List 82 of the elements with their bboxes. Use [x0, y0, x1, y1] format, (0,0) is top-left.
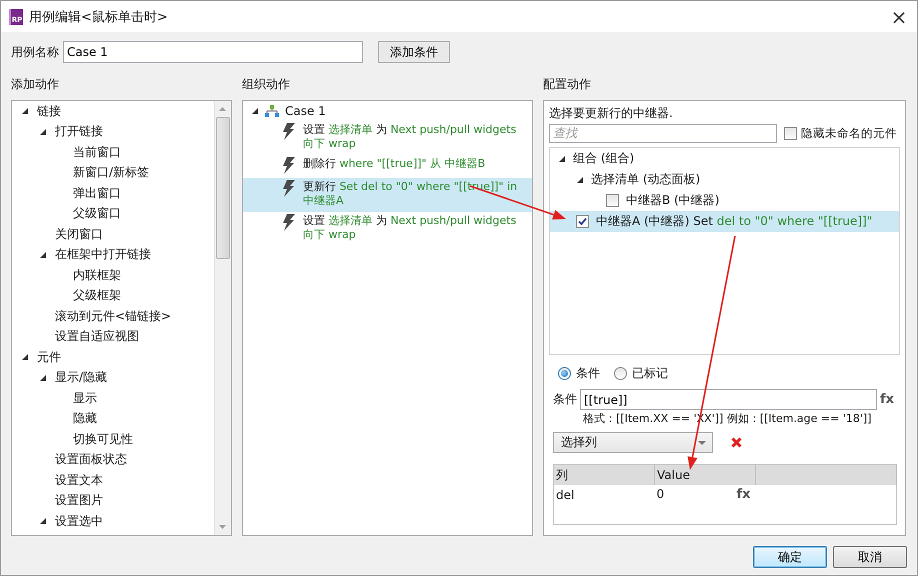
selected-row[interactable]: 中继器A (中继器) Set del to "0" where "[[true]]" [550, 211, 899, 232]
function-button[interactable]: fx [736, 487, 750, 502]
checkbox[interactable] [784, 126, 797, 140]
lightning-icon [283, 157, 295, 174]
column-header: 列 [554, 464, 654, 485]
delete-icon[interactable] [731, 437, 742, 448]
action-item[interactable]: 滚动到元件<锚链接> [55, 308, 172, 325]
column-dropdown[interactable]: 选择列 [553, 432, 713, 453]
action-item[interactable]: 设置自适应视图 [55, 328, 139, 346]
table-cell: del [554, 485, 654, 504]
action-item[interactable]: 内联框架 [73, 266, 121, 284]
radio-label[interactable]: 已标记 [632, 364, 668, 382]
scrollbar[interactable] [214, 101, 231, 535]
action-item[interactable]: 切换可见性 [73, 430, 133, 448]
search-field[interactable]: 查找 [549, 124, 777, 142]
function-button[interactable]: fx [880, 392, 894, 407]
action-item[interactable]: 打开链接 [55, 123, 103, 140]
field-label: 条件 [553, 391, 577, 408]
case-label[interactable]: Case 1 [285, 104, 326, 118]
action-description: 更新行 Set del to "0" where "[[true]]" in 中继器A [302, 180, 518, 208]
action-item[interactable]: 设置面板状态 [55, 451, 127, 468]
case-name-field[interactable]: Case 1 [63, 41, 363, 63]
expanded-triangle-icon[interactable] [21, 353, 29, 362]
section-heading: 组织动作 [242, 76, 290, 92]
action-item[interactable]: 新窗口/新标签 [73, 164, 150, 182]
caret-icon [698, 440, 706, 444]
checkbox[interactable] [606, 194, 619, 207]
action-item[interactable]: 父级框架 [73, 287, 121, 304]
action-item[interactable]: 设置选中 [55, 512, 103, 530]
action-item[interactable]: 隐藏 [73, 410, 97, 428]
ok-button[interactable]: 确定 [753, 546, 827, 568]
action-item[interactable]: 在框架中打开链接 [55, 246, 151, 264]
lightning-icon [283, 123, 295, 140]
section-heading: 配置动作 [543, 76, 591, 92]
action-item[interactable]: 父级窗口 [73, 205, 121, 222]
action-item[interactable]: 设置文本 [55, 472, 103, 489]
tree-item[interactable]: 中继器B (中继器) [626, 192, 720, 209]
table-cell[interactable]: 0 [656, 487, 664, 502]
action-item[interactable]: 当前窗口 [73, 144, 121, 161]
expanded-triangle-icon[interactable] [39, 517, 47, 526]
action-item[interactable]: 元件 [37, 348, 61, 366]
close-button[interactable]: × [889, 6, 909, 26]
action-description: 设置 选择清单 为 Next push/pull widgets 向下 wrap [302, 214, 518, 242]
field-label: 用例名称 [11, 44, 59, 60]
radio-button[interactable] [558, 366, 571, 380]
action-row[interactable]: 删除行 where "[[true]]" 从 中继器B [243, 155, 532, 178]
expanded-triangle-icon[interactable] [576, 176, 584, 184]
action-row[interactable]: 设置 选择清单 为 Next push/pull widgets 向下 wrap [243, 121, 532, 155]
expanded-triangle-icon[interactable] [558, 154, 566, 162]
radio-button[interactable] [614, 366, 627, 380]
section-heading: 添加动作 [11, 76, 59, 92]
radio-label[interactable]: 条件 [576, 364, 600, 382]
checkbox[interactable] [576, 215, 589, 228]
action-description: 设置 选择清单 为 Next push/pull widgets 向下 wrap [302, 123, 518, 151]
expanded-triangle-icon[interactable] [251, 107, 259, 115]
action-item[interactable]: 关闭窗口 [55, 226, 103, 243]
action-item[interactable]: 设置图片 [55, 492, 103, 510]
action-item[interactable]: 显示/隐藏 [55, 369, 108, 386]
expanded-triangle-icon[interactable] [39, 128, 47, 136]
expanded-triangle-icon[interactable] [39, 374, 47, 382]
tree-item[interactable]: 中继器A (中继器) Set del to "0" where "[[true]]" [596, 213, 872, 230]
action-description: 删除行 where "[[true]]" 从 中继器B [302, 157, 486, 171]
scrollbar-thumb[interactable] [216, 117, 230, 259]
add-condition-button[interactable]: 添加条件 [378, 41, 450, 63]
lightning-icon [283, 214, 295, 231]
action-item[interactable]: 链接 [37, 102, 61, 120]
action-row[interactable]: 更新行 Set del to "0" where "[[true]]" in 中继器A [243, 178, 532, 212]
expanded-triangle-icon[interactable] [21, 107, 29, 116]
action-item[interactable]: 弹出窗口 [73, 184, 121, 202]
action-item[interactable]: 显示 [73, 390, 97, 407]
column-header: Value [654, 464, 756, 485]
checkbox-label[interactable]: 隐藏未命名的元件 [801, 126, 897, 140]
caption: 选择要更新行的中继器. [549, 105, 674, 122]
case-tree-icon [265, 105, 279, 117]
window-title: 用例编辑<鼠标单击时> [29, 8, 169, 26]
lightning-icon [283, 180, 295, 197]
tree-item[interactable]: 选择清单 (动态面板) [591, 171, 700, 188]
action-row[interactable]: 设置 选择清单 为 Next push/pull widgets 向下 wrap [243, 212, 532, 246]
tree-item[interactable]: 组合 (组合) [573, 150, 634, 167]
condition-field[interactable]: [[true]] [580, 389, 877, 410]
cancel-button[interactable]: 取消 [833, 546, 907, 568]
expanded-triangle-icon[interactable] [39, 250, 47, 259]
